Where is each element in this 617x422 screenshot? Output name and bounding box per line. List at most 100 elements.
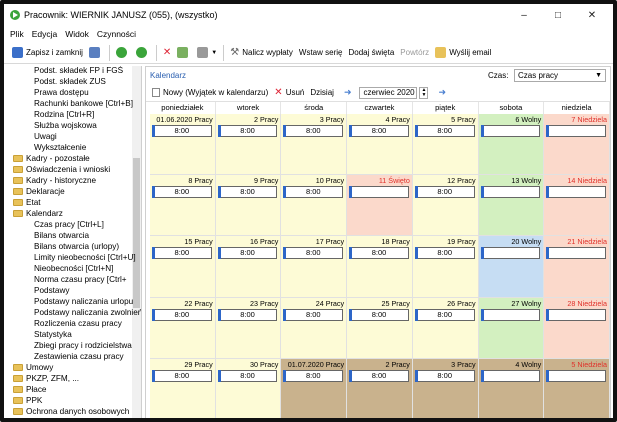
work-time-field[interactable]: 8:00 xyxy=(152,369,212,382)
prev-month-arrow-icon[interactable]: ➜ xyxy=(344,87,352,98)
work-time-field[interactable] xyxy=(349,186,409,199)
work-time-field[interactable]: 8:00 xyxy=(414,125,475,137)
calendar-day-cell[interactable]: 2 Pracy 8:00 xyxy=(215,114,282,176)
calendar-day-cell[interactable]: 7 Niedziela xyxy=(544,114,610,176)
today-button[interactable]: Dzisiaj xyxy=(310,88,334,97)
month-input[interactable]: czerwiec 2020 xyxy=(359,86,418,99)
calendar-day-cell[interactable]: 16 Pracy 8:00 xyxy=(215,236,282,298)
calendar-day-cell[interactable]: 11 Święto xyxy=(347,175,413,237)
tree-item-label: Podst. składek ZUS xyxy=(34,77,106,86)
work-time-field[interactable]: 8:00 xyxy=(349,308,409,321)
calendar-day-cell[interactable]: 6 Wolny xyxy=(478,114,545,176)
save-close-button[interactable]: Zapisz i zamknij xyxy=(9,44,86,62)
delete-exception-button[interactable]: ✕ Usuń xyxy=(274,87,304,98)
calendar-day-cell[interactable]: 13 Wolny xyxy=(478,175,545,237)
calendar-day-cell[interactable]: 12 Pracy 8:00 xyxy=(412,175,479,237)
maximize-button[interactable]: □ xyxy=(541,4,575,26)
print-button[interactable]: ▼ xyxy=(194,44,220,62)
calendar-day-cell[interactable]: 01.07.2020 Pracy 8:00 xyxy=(281,358,348,418)
calendar-day-cell[interactable]: 10 Pracy 8:00 xyxy=(281,175,348,237)
menu-plik[interactable]: Plik xyxy=(10,29,24,39)
close-button[interactable]: ✕ xyxy=(575,4,609,26)
next-month-arrow-icon[interactable]: ➜ xyxy=(438,87,446,98)
work-time-field[interactable] xyxy=(546,308,606,321)
work-time-field[interactable] xyxy=(546,186,606,199)
work-time-field[interactable]: 8:00 xyxy=(349,369,409,382)
tree-folder[interactable]: Ochrona danych osobowych xyxy=(13,406,135,418)
calendar-day-cell[interactable]: 2 Pracy 8:00 xyxy=(347,358,413,418)
calendar-day-cell[interactable]: 01.06.2020 Pracy 8:00 xyxy=(150,114,216,176)
work-time-field[interactable] xyxy=(480,308,541,321)
delete-button[interactable]: ✕ xyxy=(160,44,174,62)
work-time-field[interactable] xyxy=(546,247,606,260)
calendar-day-cell[interactable]: 20 Wolny xyxy=(478,236,545,298)
work-time-field[interactable]: 8:00 xyxy=(414,247,475,260)
calendar-day-cell[interactable]: 22 Pracy 8:00 xyxy=(150,297,216,359)
work-time-field[interactable]: 8:00 xyxy=(152,186,212,199)
calendar-day-cell[interactable]: 23 Pracy 8:00 xyxy=(215,297,282,359)
work-time-field[interactable] xyxy=(480,186,541,199)
work-time-field[interactable] xyxy=(480,125,541,137)
back-button[interactable] xyxy=(113,44,133,62)
work-time-field[interactable]: 8:00 xyxy=(283,369,344,382)
work-time-field[interactable] xyxy=(546,369,606,382)
work-time-field[interactable]: 8:00 xyxy=(349,125,409,137)
new-exception-button[interactable]: Nowy (Wyjątek w kalendarzu) xyxy=(152,88,268,97)
menu-widok[interactable]: Widok xyxy=(65,29,89,39)
work-time-field[interactable]: 8:00 xyxy=(152,308,212,321)
calendar-day-cell[interactable]: 19 Pracy 8:00 xyxy=(412,236,479,298)
work-time-field[interactable]: 8:00 xyxy=(349,247,409,260)
work-time-field[interactable]: 8:00 xyxy=(283,308,344,321)
day-label: 01.06.2020 Pracy xyxy=(156,115,213,124)
work-time-field[interactable] xyxy=(480,247,541,260)
insert-series-button[interactable]: Wstaw serię xyxy=(296,44,346,62)
calendar-day-cell[interactable]: 3 Pracy 8:00 xyxy=(412,358,479,418)
calendar-day-cell[interactable]: 24 Pracy 8:00 xyxy=(281,297,348,359)
work-time-field[interactable]: 8:00 xyxy=(414,369,475,382)
work-time-field[interactable] xyxy=(546,125,606,137)
calendar-day-cell[interactable]: 8 Pracy 8:00 xyxy=(150,175,216,237)
work-time-field[interactable]: 8:00 xyxy=(217,308,278,321)
calendar-day-cell[interactable]: 28 Niedziela xyxy=(544,297,610,359)
export-button[interactable] xyxy=(174,44,194,62)
work-time-field[interactable]: 8:00 xyxy=(283,186,344,199)
work-time-field[interactable]: 8:00 xyxy=(283,247,344,260)
calendar-day-cell[interactable]: 18 Pracy 8:00 xyxy=(347,236,413,298)
calendar-day-cell[interactable]: 5 Pracy 8:00 xyxy=(412,114,479,176)
forward-button[interactable] xyxy=(133,44,153,62)
menu-edycja[interactable]: Edycja xyxy=(32,29,58,39)
work-time-field[interactable]: 8:00 xyxy=(217,369,278,382)
work-time-field[interactable]: 8:00 xyxy=(414,308,475,321)
calendar-day-cell[interactable]: 9 Pracy 8:00 xyxy=(215,175,282,237)
calendar-day-cell[interactable]: 25 Pracy 8:00 xyxy=(347,297,413,359)
month-spinner[interactable]: ▲ ▼ xyxy=(419,86,429,99)
minimize-button[interactable]: – xyxy=(507,4,541,26)
calendar-day-cell[interactable]: 26 Pracy 8:00 xyxy=(412,297,479,359)
calendar-day-cell[interactable]: 30 Pracy 8:00 xyxy=(215,358,282,418)
work-time-field[interactable]: 8:00 xyxy=(217,186,278,199)
calendar-day-cell[interactable]: 4 Wolny xyxy=(478,358,545,418)
menu-czynnosci[interactable]: Czynności xyxy=(97,29,136,39)
calendar-day-cell[interactable]: 14 Niedziela xyxy=(544,175,610,237)
work-time-field[interactable]: 8:00 xyxy=(217,125,278,137)
recalc-button[interactable]: ⚒ Nalicz wypłaty xyxy=(227,44,296,62)
work-time-field[interactable] xyxy=(480,369,541,382)
calendar-day-cell[interactable]: 5 Niedziela xyxy=(544,358,610,418)
add-holidays-button[interactable]: Dodaj święta xyxy=(345,44,397,62)
calendar-day-cell[interactable]: 3 Pracy 8:00 xyxy=(281,114,348,176)
work-time-field[interactable]: 8:00 xyxy=(217,247,278,260)
calendar-day-cell[interactable]: 17 Pracy 8:00 xyxy=(281,236,348,298)
calendar-day-cell[interactable]: 21 Niedziela xyxy=(544,236,610,298)
work-time-field[interactable]: 8:00 xyxy=(414,186,475,199)
calendar-day-cell[interactable]: 15 Pracy 8:00 xyxy=(150,236,216,298)
calendar-day-cell[interactable]: 29 Pracy 8:00 xyxy=(150,358,216,418)
calendar-day-cell[interactable]: 27 Wolny xyxy=(478,297,545,359)
work-time-field[interactable]: 8:00 xyxy=(283,125,344,137)
repeat-button[interactable]: Powtórz xyxy=(397,44,432,62)
work-time-field[interactable]: 8:00 xyxy=(152,125,212,137)
save-button[interactable] xyxy=(86,44,106,62)
czas-select[interactable]: Czas pracy ▼ xyxy=(514,69,606,82)
send-email-button[interactable]: Wyślij email xyxy=(432,44,494,62)
calendar-day-cell[interactable]: 4 Pracy 8:00 xyxy=(347,114,413,176)
work-time-field[interactable]: 8:00 xyxy=(152,247,212,260)
